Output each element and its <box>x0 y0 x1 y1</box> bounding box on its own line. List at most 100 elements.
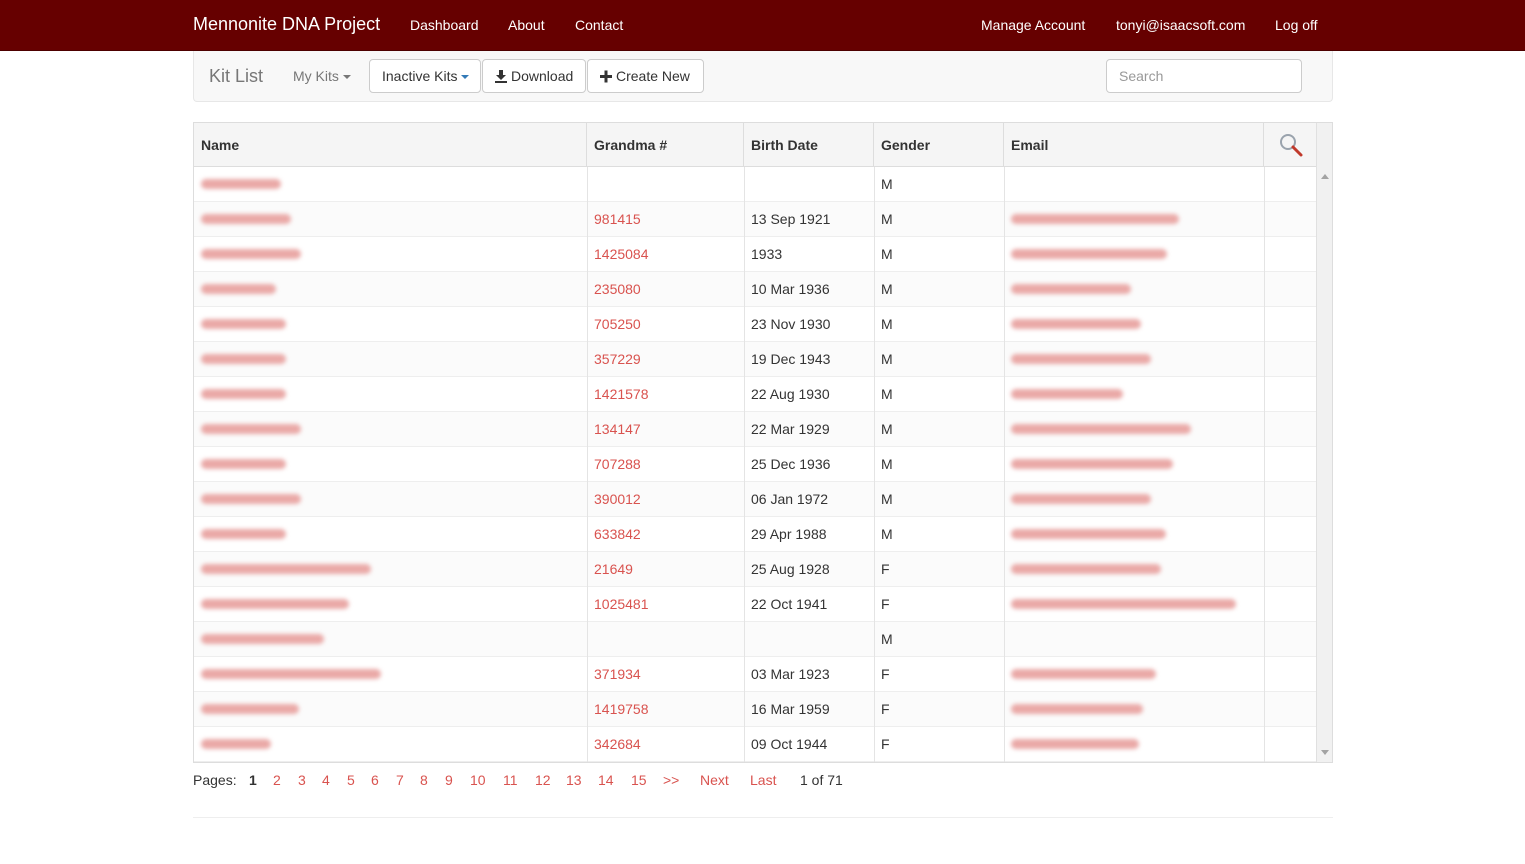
page-link[interactable]: 9 <box>445 772 453 788</box>
page-link[interactable]: 3 <box>298 772 306 788</box>
kit-name-cell[interactable] <box>194 412 587 447</box>
brand-link[interactable]: Mennonite DNA Project <box>193 14 380 35</box>
scroll-down-arrow-icon[interactable] <box>1321 750 1329 755</box>
nav-log-off[interactable]: Log off <box>1275 17 1318 33</box>
table-row[interactable]: 357229 19 Dec 1943 M <box>194 342 1316 377</box>
column-header-grandma[interactable]: Grandma # <box>587 123 744 167</box>
grandma-number-cell[interactable]: 705250 <box>587 307 744 342</box>
grandma-number-cell[interactable]: 1425084 <box>587 237 744 272</box>
kit-name-cell[interactable] <box>194 622 587 657</box>
table-row[interactable]: 390012 06 Jan 1972 M <box>194 482 1316 517</box>
email-cell[interactable] <box>1004 727 1264 762</box>
grandma-number-cell[interactable]: 21649 <box>587 552 744 587</box>
table-row[interactable]: 1421578 22 Aug 1930 M <box>194 377 1316 412</box>
nav-contact[interactable]: Contact <box>575 17 623 33</box>
page-link[interactable]: 5 <box>347 772 355 788</box>
page-link[interactable]: 13 <box>566 772 582 788</box>
page-link[interactable]: 11 <box>503 772 518 788</box>
kit-name-cell[interactable] <box>194 657 587 692</box>
email-cell[interactable] <box>1004 412 1264 447</box>
email-cell[interactable] <box>1004 272 1264 307</box>
nav-manage-account[interactable]: Manage Account <box>981 17 1085 33</box>
table-row[interactable]: 1419758 16 Mar 1959 F <box>194 692 1316 727</box>
column-header-gender[interactable]: Gender <box>874 123 1004 167</box>
email-cell[interactable] <box>1004 342 1264 377</box>
nav-about[interactable]: About <box>508 17 545 33</box>
email-cell[interactable] <box>1004 202 1264 237</box>
kit-name-cell[interactable] <box>194 167 587 202</box>
page-next-link[interactable]: Next <box>700 772 729 788</box>
page-link[interactable]: 7 <box>396 772 404 788</box>
download-button[interactable]: Download <box>482 59 586 93</box>
email-cell[interactable] <box>1004 692 1264 727</box>
table-scrollbar[interactable] <box>1316 123 1332 762</box>
kit-name-cell[interactable] <box>194 342 587 377</box>
kit-name-cell[interactable] <box>194 202 587 237</box>
kit-name-cell[interactable] <box>194 447 587 482</box>
kit-name-cell[interactable] <box>194 517 587 552</box>
email-cell[interactable] <box>1004 517 1264 552</box>
grandma-number-cell[interactable]: 390012 <box>587 482 744 517</box>
kit-name-cell[interactable] <box>194 692 587 727</box>
email-cell[interactable] <box>1004 377 1264 412</box>
search-input[interactable] <box>1106 59 1302 93</box>
page-link[interactable]: 12 <box>535 772 551 788</box>
table-row[interactable]: 21649 25 Aug 1928 F <box>194 552 1316 587</box>
email-cell[interactable] <box>1004 237 1264 272</box>
kit-name-cell[interactable] <box>194 552 587 587</box>
table-row[interactable]: M <box>194 167 1316 202</box>
page-last-link[interactable]: Last <box>750 772 776 788</box>
table-row[interactable]: 235080 10 Mar 1936 M <box>194 272 1316 307</box>
email-cell[interactable] <box>1004 587 1264 622</box>
kit-name-cell[interactable] <box>194 377 587 412</box>
page-link[interactable]: 6 <box>371 772 379 788</box>
kit-name-cell[interactable] <box>194 587 587 622</box>
grandma-number-cell[interactable]: 235080 <box>587 272 744 307</box>
grandma-number-cell[interactable] <box>587 167 744 202</box>
inactive-kits-button[interactable]: Inactive Kits <box>369 59 481 93</box>
grandma-number-cell[interactable]: 707288 <box>587 447 744 482</box>
table-row[interactable]: 1425084 1933 M <box>194 237 1316 272</box>
kit-name-cell[interactable] <box>194 307 587 342</box>
page-link[interactable]: 2 <box>273 772 281 788</box>
table-row[interactable]: 981415 13 Sep 1921 M <box>194 202 1316 237</box>
page-link[interactable]: 14 <box>598 772 614 788</box>
table-row[interactable]: 1025481 22 Oct 1941 F <box>194 587 1316 622</box>
grandma-number-cell[interactable]: 371934 <box>587 657 744 692</box>
grandma-number-cell[interactable]: 1421578 <box>587 377 744 412</box>
email-cell[interactable] <box>1004 657 1264 692</box>
table-row[interactable]: M <box>194 622 1316 657</box>
page-more-link[interactable]: >> <box>663 772 679 788</box>
email-cell[interactable] <box>1004 622 1264 657</box>
nav-user-email[interactable]: tonyi@isaacsoft.com <box>1116 17 1245 33</box>
magnifier-icon[interactable] <box>1278 132 1304 158</box>
page-link[interactable]: 15 <box>631 772 647 788</box>
column-header-birth-date[interactable]: Birth Date <box>744 123 874 167</box>
grandma-number-cell[interactable]: 134147 <box>587 412 744 447</box>
column-header-email[interactable]: Email <box>1004 123 1264 167</box>
my-kits-dropdown[interactable]: My Kits <box>293 68 351 84</box>
grandma-number-cell[interactable]: 633842 <box>587 517 744 552</box>
email-cell[interactable] <box>1004 307 1264 342</box>
kit-name-cell[interactable] <box>194 727 587 762</box>
page-link[interactable]: 4 <box>322 772 330 788</box>
column-header-name[interactable]: Name <box>194 123 587 167</box>
table-row[interactable]: 705250 23 Nov 1930 M <box>194 307 1316 342</box>
table-row[interactable]: 371934 03 Mar 1923 F <box>194 657 1316 692</box>
email-cell[interactable] <box>1004 482 1264 517</box>
page-link[interactable]: 8 <box>420 772 428 788</box>
email-cell[interactable] <box>1004 552 1264 587</box>
table-row[interactable]: 633842 29 Apr 1988 M <box>194 517 1316 552</box>
email-cell[interactable] <box>1004 167 1264 202</box>
grandma-number-cell[interactable] <box>587 622 744 657</box>
table-row[interactable]: 707288 25 Dec 1936 M <box>194 447 1316 482</box>
grandma-number-cell[interactable]: 1419758 <box>587 692 744 727</box>
create-new-button[interactable]: Create New <box>587 59 704 93</box>
kit-name-cell[interactable] <box>194 272 587 307</box>
kit-name-cell[interactable] <box>194 237 587 272</box>
email-cell[interactable] <box>1004 447 1264 482</box>
kit-name-cell[interactable] <box>194 482 587 517</box>
table-row[interactable]: 342684 09 Oct 1944 F <box>194 727 1316 762</box>
grandma-number-cell[interactable]: 357229 <box>587 342 744 377</box>
grandma-number-cell[interactable]: 342684 <box>587 727 744 762</box>
